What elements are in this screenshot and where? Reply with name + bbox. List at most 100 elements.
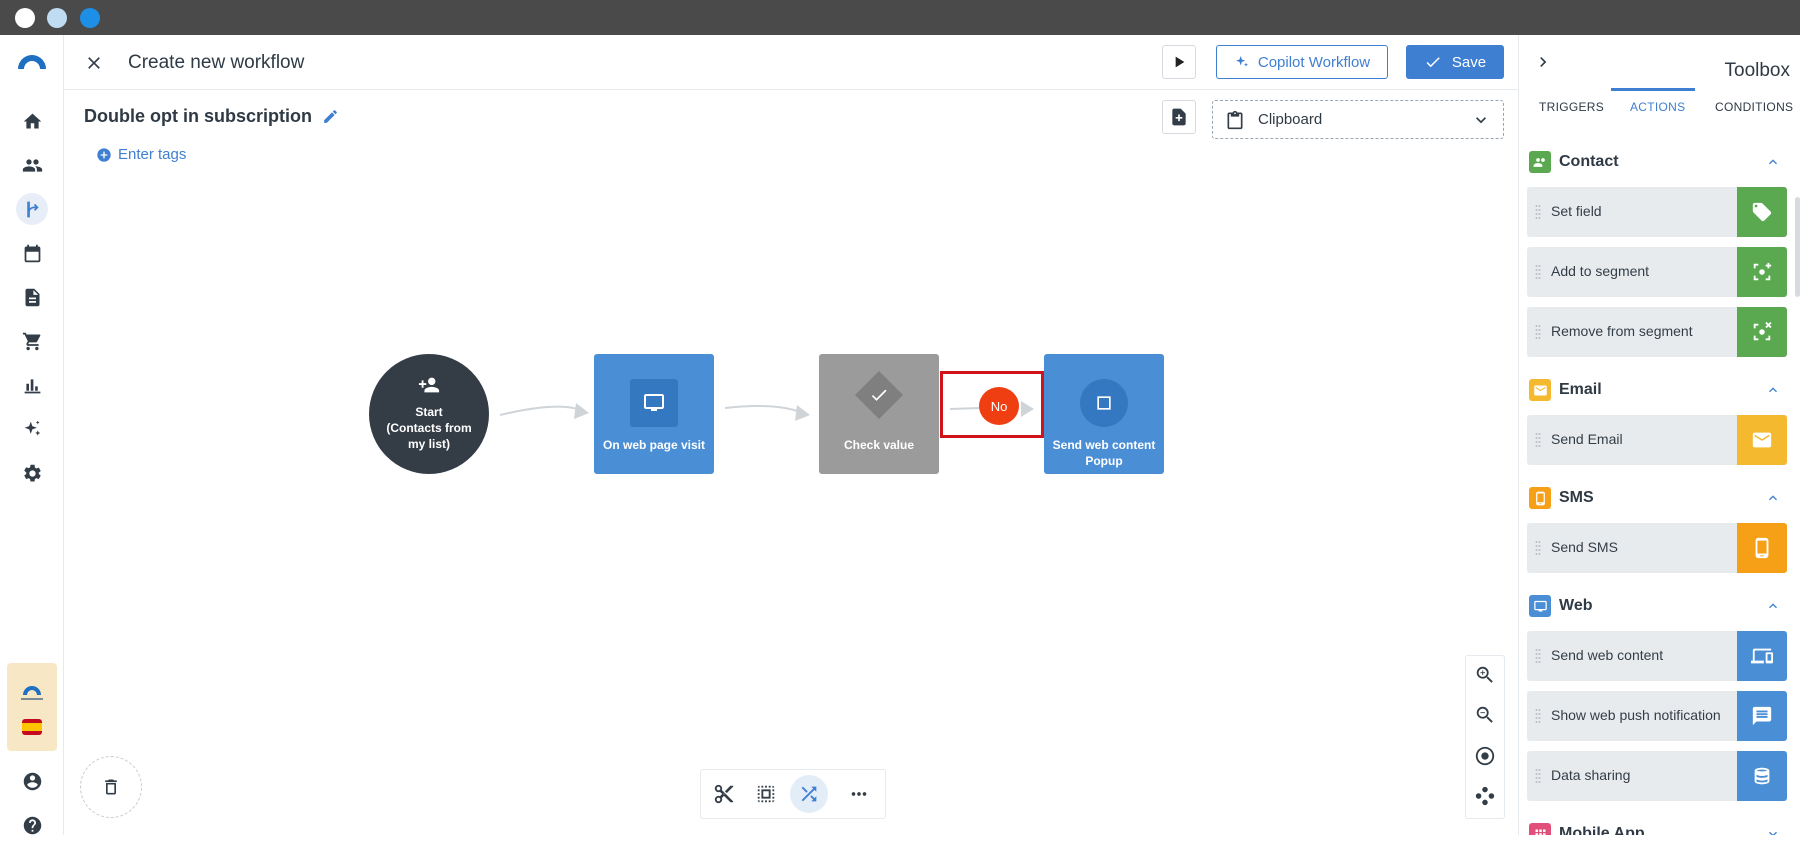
zoom-out-icon[interactable]: [1474, 704, 1498, 728]
home-icon[interactable]: [16, 105, 48, 137]
chevron-up-icon: [1769, 159, 1777, 165]
window-minimize-dot[interactable]: [47, 8, 67, 28]
action-label: Send Email: [1551, 431, 1623, 447]
drag-handle-icon: [1535, 265, 1541, 279]
clipboard-label: Clipboard: [1258, 111, 1323, 128]
delete-drop-zone[interactable]: [80, 756, 142, 818]
condition-node-check-value[interactable]: Check value: [819, 354, 939, 474]
drag-handle-icon: [1535, 541, 1541, 555]
drag-handle-icon: [1535, 769, 1541, 783]
copilot-workflow-button[interactable]: Copilot Workflow: [1216, 45, 1388, 79]
action-add-to-segment[interactable]: Add to segment: [1527, 247, 1787, 297]
account-switcher[interactable]: [7, 663, 57, 751]
envelope-icon: [1737, 415, 1787, 465]
action-send-web-content[interactable]: Send web content: [1527, 631, 1787, 681]
note-add-icon: [1172, 108, 1186, 126]
toolbox-scrollbar[interactable]: [1795, 197, 1800, 297]
drag-handle-icon: [1535, 649, 1541, 663]
action-label: Remove from segment: [1551, 323, 1693, 339]
analytics-icon[interactable]: [16, 369, 48, 401]
segment-add-icon: [1737, 247, 1787, 297]
user-account-icon[interactable]: [16, 765, 48, 797]
spain-flag-icon: [22, 719, 42, 735]
chevron-down-icon: [1476, 117, 1486, 124]
chevron-down-icon: [1769, 831, 1777, 835]
collapse-chevron-icon[interactable]: [1533, 52, 1553, 72]
workflow-name: Double opt in subscription: [84, 106, 339, 127]
sparkle-icon: [1235, 56, 1248, 67]
chevron-up-icon: [1769, 495, 1777, 501]
section-email-header[interactable]: Email: [1529, 378, 1791, 402]
settings-gear-icon[interactable]: [16, 457, 48, 489]
tab-conditions[interactable]: CONDITIONS: [1715, 100, 1793, 114]
documents-icon[interactable]: [16, 281, 48, 313]
shuffle-icon: [801, 786, 817, 802]
action-label: Show web push notification: [1551, 707, 1721, 723]
send-popup-label: Send web content Popup: [1052, 438, 1156, 468]
checkmark-icon: [1426, 57, 1440, 68]
save-button[interactable]: Save: [1406, 45, 1504, 79]
section-mobile-header[interactable]: Mobile App: [1529, 822, 1791, 835]
more-horizontal-icon[interactable]: [848, 783, 870, 805]
tab-triggers[interactable]: TRIGGERS: [1539, 100, 1604, 114]
enter-tags-link[interactable]: Enter tags: [96, 146, 186, 163]
check-value-label: Check value: [843, 438, 915, 452]
window-close-dot[interactable]: [15, 8, 35, 28]
window-maximize-dot[interactable]: [80, 8, 100, 28]
toolbox-title: Toolbox: [1724, 60, 1791, 81]
email-section-icon: [1529, 379, 1551, 401]
trash-icon: [105, 779, 117, 795]
contacts-icon[interactable]: [16, 149, 48, 181]
action-send-sms[interactable]: Send SMS: [1527, 523, 1787, 573]
node-icon-circle: [1080, 379, 1128, 427]
branch-no-highlight[interactable]: No: [940, 371, 1044, 438]
add-note-button[interactable]: [1162, 100, 1196, 134]
auto-arrange-button[interactable]: [790, 775, 828, 813]
contact-section-icon: [1529, 151, 1551, 173]
brand-logo-icon[interactable]: [16, 51, 48, 71]
tab-actions[interactable]: ACTIONS: [1630, 100, 1685, 114]
center-view-icon[interactable]: [1474, 745, 1498, 769]
calendar-icon[interactable]: [16, 237, 48, 269]
start-node[interactable]: Start (Contacts from my list): [369, 354, 489, 474]
popup-square-icon: [1097, 396, 1111, 410]
run-test-button[interactable]: [1162, 45, 1196, 79]
branch-no-badge[interactable]: No: [979, 387, 1019, 425]
mobile-phone-icon: [1737, 523, 1787, 573]
section-web-header[interactable]: Web: [1529, 594, 1791, 618]
ai-sparkle-icon[interactable]: [16, 413, 48, 445]
section-sms-header[interactable]: SMS: [1529, 486, 1791, 510]
action-show-web-push[interactable]: Show web push notification: [1527, 691, 1787, 741]
action-label: Data sharing: [1551, 767, 1631, 783]
canvas-tools-bar: [700, 769, 886, 819]
action-node-send-popup[interactable]: Send web content Popup: [1044, 354, 1164, 474]
zoom-in-icon[interactable]: [1474, 664, 1498, 688]
action-label: Set field: [1551, 203, 1602, 219]
action-remove-from-segment[interactable]: Remove from segment: [1527, 307, 1787, 357]
contacts-add-icon: [418, 377, 440, 393]
drag-handle-icon: [1535, 433, 1541, 447]
action-set-field[interactable]: Set field: [1527, 187, 1787, 237]
action-data-sharing[interactable]: Data sharing: [1527, 751, 1787, 801]
scissors-icon[interactable]: [713, 783, 735, 805]
chevron-up-icon: [1769, 603, 1777, 609]
clipboard-dropdown[interactable]: Clipboard: [1212, 100, 1504, 139]
trigger-node-web-visit[interactable]: On web page visit: [594, 354, 714, 474]
check-icon: [871, 389, 887, 401]
devices-icon: [1737, 631, 1787, 681]
main-sidebar: [0, 35, 64, 835]
workflows-icon[interactable]: [16, 193, 48, 225]
cart-icon[interactable]: [16, 325, 48, 357]
fit-graph-icon[interactable]: [1474, 785, 1498, 809]
monitor-icon: [644, 394, 664, 411]
edit-pencil-icon[interactable]: [322, 108, 339, 125]
close-icon[interactable]: [84, 53, 104, 73]
mobile-app-section-icon: [1529, 823, 1551, 835]
drag-handle-icon: [1535, 325, 1541, 339]
section-contact-header[interactable]: Contact: [1529, 150, 1791, 174]
workflow-canvas[interactable]: Double opt in subscription Enter tags Cl…: [64, 90, 1518, 835]
select-area-icon[interactable]: [755, 783, 777, 805]
section-mobile-title: Mobile App: [1559, 825, 1645, 835]
action-send-email[interactable]: Send Email: [1527, 415, 1787, 465]
help-icon[interactable]: [16, 809, 48, 841]
